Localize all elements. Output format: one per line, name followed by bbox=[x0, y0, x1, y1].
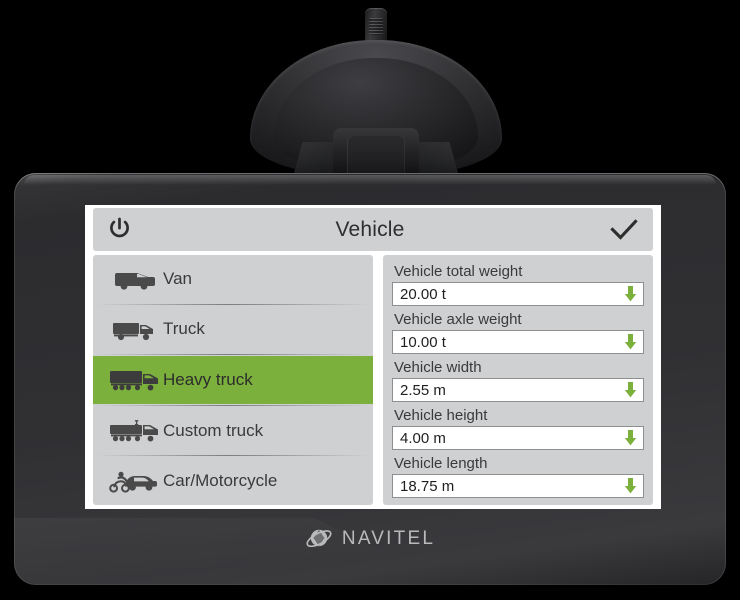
vehicle-item-van[interactable]: Van bbox=[93, 255, 373, 303]
vehicle-item-label: Truck bbox=[163, 319, 205, 339]
confirm-button[interactable] bbox=[595, 208, 653, 251]
navitel-globe-icon bbox=[306, 529, 332, 548]
van-icon bbox=[105, 267, 163, 291]
power-icon bbox=[109, 217, 129, 238]
screenshot-stage: Vehicle Van Truck Heavy truck Custom tru… bbox=[0, 0, 740, 600]
brand-strip: NAVITEL bbox=[14, 521, 726, 557]
device-screen: Vehicle Van Truck Heavy truck Custom tru… bbox=[85, 205, 661, 509]
vehicle-item-label: Heavy truck bbox=[163, 369, 253, 389]
field-label: Vehicle height bbox=[394, 407, 488, 424]
field-label: Vehicle width bbox=[394, 359, 482, 376]
gps-navigator-device: Vehicle Van Truck Heavy truck Custom tru… bbox=[14, 173, 726, 585]
field-vehicle-axle-weight: Vehicle axle weight 10.00 t bbox=[392, 310, 644, 354]
heavy-truck-icon bbox=[105, 367, 163, 393]
car-motorcycle-icon bbox=[105, 468, 163, 494]
vehicle-item-label: Custom truck bbox=[163, 420, 264, 440]
power-button[interactable] bbox=[93, 208, 145, 251]
check-icon bbox=[610, 218, 638, 240]
field-label: Vehicle length bbox=[394, 455, 488, 472]
vehicle-type-list: Van Truck Heavy truck Custom truck Car/M… bbox=[93, 255, 373, 505]
field-value: 18.75 m bbox=[400, 477, 455, 495]
vehicle-item-label: Car/Motorcycle bbox=[163, 471, 278, 491]
down-arrow-icon[interactable] bbox=[617, 334, 643, 350]
screen-body: Van Truck Heavy truck Custom truck Car/M… bbox=[93, 255, 653, 505]
truck-icon bbox=[105, 317, 163, 341]
height-input[interactable]: 4.00 m bbox=[392, 426, 644, 450]
vehicle-item-label: Van bbox=[163, 268, 192, 288]
page-title: Vehicle bbox=[335, 217, 405, 241]
width-input[interactable]: 2.55 m bbox=[392, 378, 644, 402]
custom-truck-icon bbox=[105, 418, 163, 444]
vehicle-item-heavy-truck[interactable]: Heavy truck bbox=[93, 356, 373, 404]
screen-header: Vehicle bbox=[93, 208, 653, 251]
field-value: 10.00 t bbox=[400, 333, 446, 351]
vehicle-parameters-panel: Vehicle total weight 20.00 t Vehicle axl… bbox=[383, 255, 653, 505]
field-value: 20.00 t bbox=[400, 285, 446, 303]
bezel-bottom-highlight bbox=[14, 517, 726, 585]
field-vehicle-width: Vehicle width 2.55 m bbox=[392, 358, 644, 402]
field-value: 2.55 m bbox=[400, 381, 446, 399]
down-arrow-icon[interactable] bbox=[617, 286, 643, 302]
vehicle-item-truck[interactable]: Truck bbox=[93, 306, 373, 354]
length-input[interactable]: 18.75 m bbox=[392, 474, 644, 498]
field-value: 4.00 m bbox=[400, 429, 446, 447]
vehicle-item-custom-truck[interactable]: Custom truck bbox=[93, 407, 373, 455]
down-arrow-icon[interactable] bbox=[617, 382, 643, 398]
vehicle-item-car-motorcycle[interactable]: Car/Motorcycle bbox=[93, 457, 373, 505]
down-arrow-icon[interactable] bbox=[617, 478, 643, 494]
field-vehicle-total-weight: Vehicle total weight 20.00 t bbox=[392, 262, 644, 306]
field-vehicle-length: Vehicle length 18.75 m bbox=[392, 454, 644, 498]
total-weight-input[interactable]: 20.00 t bbox=[392, 282, 644, 306]
field-vehicle-height: Vehicle height 4.00 m bbox=[392, 406, 644, 450]
brand-name: NAVITEL bbox=[341, 528, 436, 549]
mount-stem-ribs bbox=[369, 18, 383, 35]
bezel-top-highlight bbox=[24, 175, 716, 185]
field-label: Vehicle total weight bbox=[394, 263, 523, 280]
down-arrow-icon[interactable] bbox=[617, 430, 643, 446]
axle-weight-input[interactable]: 10.00 t bbox=[392, 330, 644, 354]
field-label: Vehicle axle weight bbox=[394, 311, 522, 328]
